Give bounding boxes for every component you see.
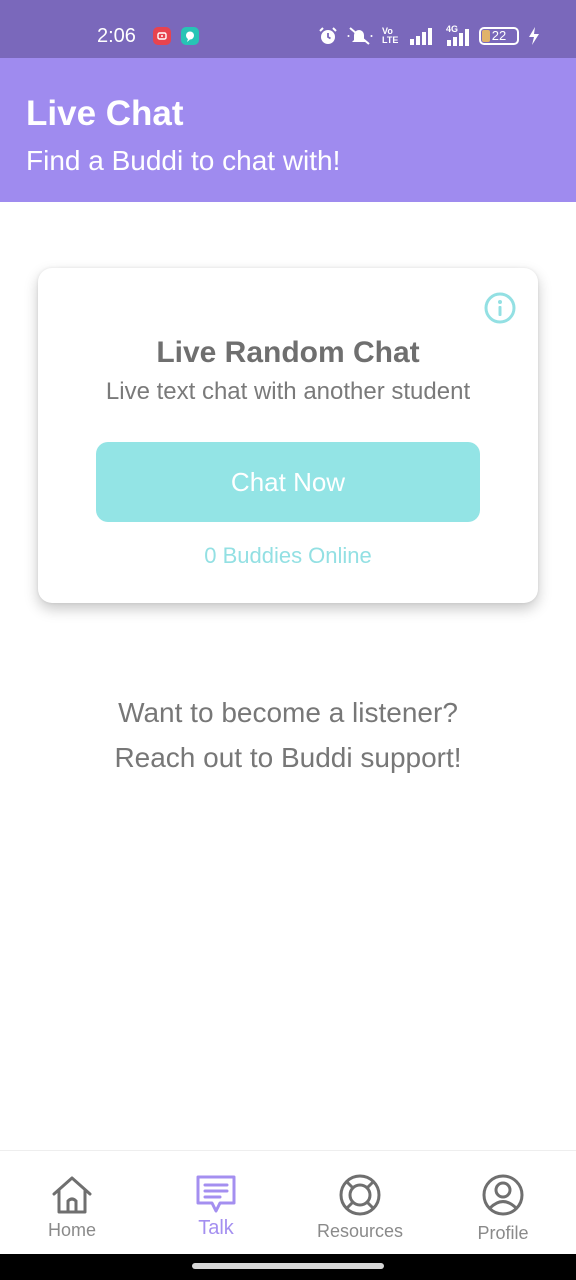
charging-icon (529, 27, 539, 45)
status-icons: Vo LTE 4G 22 (318, 24, 540, 48)
card-title: Live Random Chat (156, 336, 420, 369)
listener-promo-line-1: Want to become a listener? (118, 697, 458, 728)
page-subtitle: Find a Buddi to chat with! (26, 145, 341, 176)
info-icon[interactable] (484, 292, 516, 324)
gesture-handle[interactable] (192, 1263, 384, 1269)
home-icon (52, 1176, 92, 1214)
chat-bubble-icon (196, 1175, 236, 1213)
nav-label-talk: Talk (198, 1217, 234, 1239)
card-subtitle: Live text chat with another student (105, 378, 471, 405)
battery-icon: 22 (479, 27, 519, 45)
youtube-app-icon (153, 27, 171, 45)
nav-label-profile: Profile (477, 1223, 529, 1243)
signal-icon (410, 28, 432, 45)
listener-promo: Want to become a listener? Reach out to … (0, 690, 576, 780)
battery-level: 22 (491, 28, 507, 43)
lifebuoy-icon (339, 1174, 381, 1216)
user-circle-icon (482, 1174, 524, 1216)
nav-item-resources[interactable]: Resources (290, 1151, 430, 1255)
alarm-icon (319, 27, 337, 44)
status-time: 2:06 (97, 25, 136, 47)
app-header: Live Chat Find a Buddi to chat with! (0, 58, 576, 202)
nav-item-talk[interactable]: Talk (146, 1151, 286, 1255)
buddies-online-count: 0 Buddies Online (204, 543, 372, 568)
mute-icon (347, 27, 373, 45)
nav-item-home[interactable]: Home (2, 1151, 142, 1255)
nav-item-profile[interactable]: Profile (433, 1151, 573, 1255)
system-navigation-bar (0, 1254, 576, 1280)
nav-label-home: Home (47, 1220, 96, 1240)
chat-app-icon (181, 27, 199, 45)
nav-label-resources: Resources (316, 1221, 404, 1241)
chat-now-button[interactable]: Chat Now (96, 442, 480, 522)
status-bar: 2:06 Vo LTE 4G 22 (0, 0, 576, 58)
page-title: Live Chat (26, 94, 184, 133)
signal-4g-icon: 4G (442, 24, 470, 46)
live-random-chat-card: Live Random Chat Live text chat with ano… (38, 268, 538, 603)
bottom-nav: Home Talk Resources Profile (0, 1150, 576, 1254)
listener-promo-line-2: Reach out to Buddi support! (114, 742, 462, 773)
volte-icon: Vo LTE (382, 26, 399, 45)
